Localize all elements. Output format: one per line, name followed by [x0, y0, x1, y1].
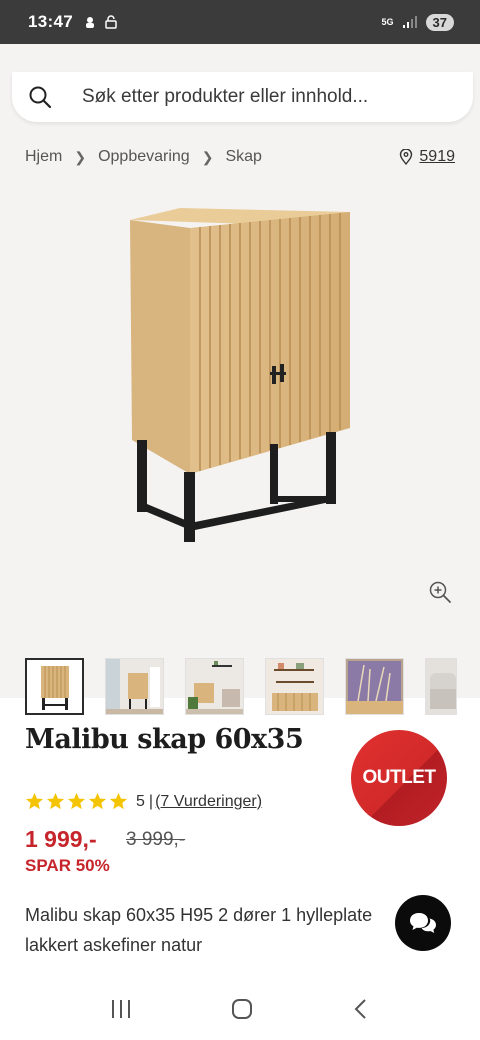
reviews-link[interactable]: (7 Vurderinger)	[155, 793, 262, 811]
chat-button[interactable]	[395, 895, 451, 951]
thumbnail-6[interactable]	[425, 658, 457, 715]
thumbnail-5[interactable]	[345, 658, 404, 715]
breadcrumb: Hjem ❯ Oppbevaring ❯ Skap	[25, 148, 262, 166]
search-bar[interactable]	[12, 72, 473, 122]
breadcrumb-cabinets[interactable]: Skap	[225, 148, 261, 166]
rating-separator: |	[148, 792, 154, 810]
status-bar: 13:47 5G 37	[0, 0, 480, 44]
thumbnail-1[interactable]	[25, 658, 84, 715]
breadcrumb-home[interactable]: Hjem	[25, 148, 62, 166]
product-image[interactable]	[120, 200, 360, 545]
thumbnail-strip	[25, 658, 457, 715]
search-input[interactable]	[82, 86, 462, 108]
star-icon	[109, 792, 128, 810]
product-title: Malibu skap 60x35	[25, 724, 304, 755]
zoom-in-icon[interactable]	[428, 580, 452, 604]
star-icon	[25, 792, 44, 810]
product-gallery-area: Hjem ❯ Oppbevaring ❯ Skap 5919	[0, 44, 480, 715]
breadcrumb-storage[interactable]: Oppbevaring	[98, 148, 190, 166]
rating-stars	[25, 792, 128, 811]
rating-value: 5	[136, 792, 145, 810]
chevron-right-icon: ❯	[74, 148, 87, 165]
current-price: 1 999,-	[25, 826, 97, 852]
system-nav-bar	[0, 978, 480, 1040]
notification-icon	[85, 17, 94, 28]
back-icon[interactable]	[351, 997, 371, 1021]
original-price: 3 999,-	[126, 829, 186, 850]
location-pin-icon	[400, 149, 413, 165]
search-icon[interactable]	[28, 85, 52, 109]
lock-icon	[105, 15, 117, 29]
signal-icon	[402, 16, 417, 28]
star-icon	[88, 792, 107, 810]
status-time: 13:47	[28, 12, 73, 31]
product-rating: 5 | (7 Vurderinger)	[25, 792, 262, 811]
savings-label: SPAR 50%	[25, 856, 110, 875]
star-icon	[67, 792, 86, 810]
thumbnail-3[interactable]	[185, 658, 244, 715]
star-icon	[46, 792, 65, 810]
home-icon[interactable]	[230, 997, 254, 1021]
network-indicator: 5G	[381, 16, 394, 27]
thumbnail-2[interactable]	[105, 658, 164, 715]
chevron-right-icon: ❯	[201, 148, 214, 165]
thumbnail-4[interactable]	[265, 658, 324, 715]
recent-apps-icon[interactable]	[109, 998, 133, 1020]
battery-indicator: 37	[425, 13, 454, 31]
chat-icon	[410, 913, 436, 933]
store-selector[interactable]: 5919	[399, 148, 455, 166]
outlet-badge: OUTLET	[351, 730, 447, 826]
store-code[interactable]: 5919	[419, 148, 455, 166]
